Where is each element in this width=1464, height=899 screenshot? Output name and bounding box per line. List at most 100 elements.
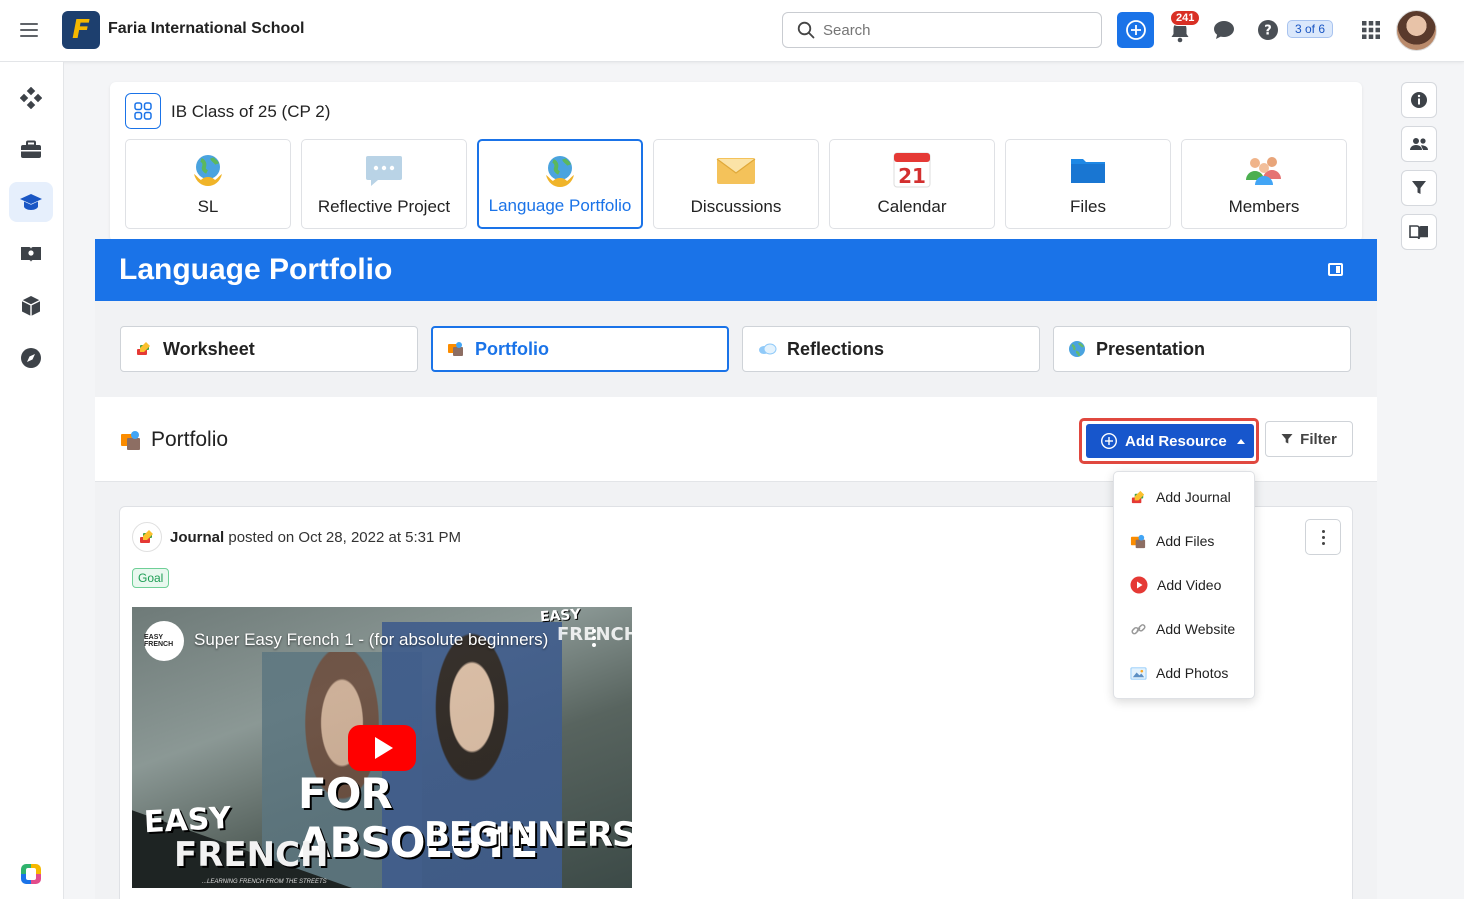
class-panel: IB Class of 25 (CP 2) SL Reflective Proj… [110,82,1362,242]
subtab-reflections[interactable]: Reflections [742,326,1040,372]
chat-icon[interactable] [1212,19,1236,41]
left-sidebar [0,62,64,899]
cloud-icon [759,343,777,355]
nav-classes[interactable] [9,182,53,222]
search-box[interactable] [782,12,1102,48]
globe-icon [1069,341,1085,357]
help-icon[interactable]: ? [1257,19,1279,41]
subtab-label: Worksheet [163,338,255,359]
channel-avatar[interactable]: EASY FRENCH [144,621,184,661]
svg-text:?: ? [1264,24,1272,39]
portfolio-icon [448,342,463,356]
create-button[interactable] [1117,12,1154,48]
globe-hands-icon [188,150,228,190]
tile-files[interactable]: Files [1005,139,1171,229]
brand-french: FRENCH [174,835,329,875]
envelope-icon [716,150,756,190]
menu-item-label: Add Files [1156,533,1215,549]
video-more-icon[interactable] [592,629,596,647]
tile-members[interactable]: Members [1181,139,1347,229]
video-tagline: ...LEARNING FRENCH FROM THE STREETS [202,879,327,885]
menu-icon[interactable] [18,20,40,40]
tile-sl[interactable]: SL [125,139,291,229]
filter-button[interactable]: Filter [1265,421,1353,457]
globe-hands-icon [540,151,580,191]
portfolio-heading: Portfolio [119,428,228,452]
menu-add-website[interactable]: Add Website [1114,607,1254,651]
tile-label: Files [1070,197,1106,216]
menu-add-photos[interactable]: Add Photos [1114,651,1254,695]
people-icon [1410,138,1428,150]
guide-button[interactable] [1401,214,1437,250]
user-avatar[interactable] [1396,10,1437,51]
search-icon [797,21,815,39]
video-overlay-line2: BEGINNERS [424,815,632,855]
info-button[interactable] [1401,82,1437,118]
plus-circle-icon [1125,20,1146,40]
nav-dashboard[interactable] [9,78,53,118]
sidebar-toggle-icon[interactable] [1328,263,1343,276]
people-icon [1244,150,1284,190]
filter-rail-button[interactable] [1401,170,1437,206]
caret-up-icon [1236,438,1245,444]
menu-add-files[interactable]: Add Files [1114,519,1254,563]
calendar-icon: 21 [892,150,932,190]
class-grid-icon[interactable] [125,93,161,129]
graduation-cap-icon [20,194,42,210]
search-input[interactable] [823,21,1083,39]
tile-reflective-project[interactable]: Reflective Project [301,139,467,229]
subtab-portfolio[interactable]: Portfolio [431,326,729,372]
tile-language-portfolio[interactable]: Language Portfolio [477,139,643,229]
apps-grid-icon[interactable] [1361,20,1381,40]
filter-label: Filter [1300,430,1337,448]
speech-bubble-icon [364,150,404,190]
school-name[interactable]: Faria International School [108,20,304,38]
calendar-day: 21 [898,164,926,188]
section-title: Language Portfolio [119,253,393,286]
menu-add-video[interactable]: Add Video [1114,563,1254,607]
add-resource-button[interactable]: Add Resource [1086,424,1254,458]
post-options-button[interactable] [1305,519,1341,555]
faria-app-icon[interactable] [21,864,41,884]
video-title[interactable]: Super Easy French 1 - (for absolute begi… [194,630,548,650]
tile-label: Members [1228,197,1300,216]
nav-resources[interactable] [9,286,53,326]
cube-icon [21,296,41,316]
guide-progress-badge[interactable]: 3 of 6 [1287,20,1334,38]
tile-calendar[interactable]: 21 Calendar [829,139,995,229]
diamond-grid-icon [20,87,42,109]
subtab-bar: Worksheet Portfolio Reflections Presenta… [95,301,1377,397]
class-title: IB Class of 25 (CP 2) [171,102,331,121]
video-embed[interactable]: EASY FRENCH Super Easy French 1 - (for a… [132,607,632,888]
members-button[interactable] [1401,126,1437,162]
tile-label: Discussions [690,197,782,216]
menu-item-label: Add Journal [1156,489,1231,505]
post-type[interactable]: Journal [170,529,224,546]
portfolio-toolbar: Portfolio Add Resource Filter [95,397,1377,482]
compass-icon [21,348,41,368]
funnel-icon [1412,181,1426,194]
subtab-presentation[interactable]: Presentation [1053,326,1351,372]
tile-label: SL [197,197,219,216]
funnel-icon [1281,434,1293,444]
notification-count-badge: 241 [1170,10,1201,26]
school-logo[interactable]: F [62,11,100,49]
briefcase-icon [21,140,41,158]
subtab-worksheet[interactable]: Worksheet [120,326,418,372]
journal-icon [132,522,162,552]
nav-briefcase[interactable] [9,130,53,170]
nav-explore[interactable] [9,338,53,378]
corner-easy-text: EASY [539,607,582,626]
plus-circle-icon [1100,432,1118,450]
menu-add-journal[interactable]: Add Journal [1114,475,1254,519]
post-timestamp: posted on Oct 28, 2022 at 5:31 PM [228,529,462,546]
info-icon [1411,92,1427,108]
profile-book-icon [21,247,41,262]
folder-icon [1068,150,1108,190]
photo-icon [1130,666,1147,680]
logo-letter: F [72,15,90,45]
tile-label: Language Portfolio [488,196,632,215]
tile-discussions[interactable]: Discussions [653,139,819,229]
play-button[interactable] [348,725,416,771]
nav-learner-profile[interactable] [9,234,53,274]
